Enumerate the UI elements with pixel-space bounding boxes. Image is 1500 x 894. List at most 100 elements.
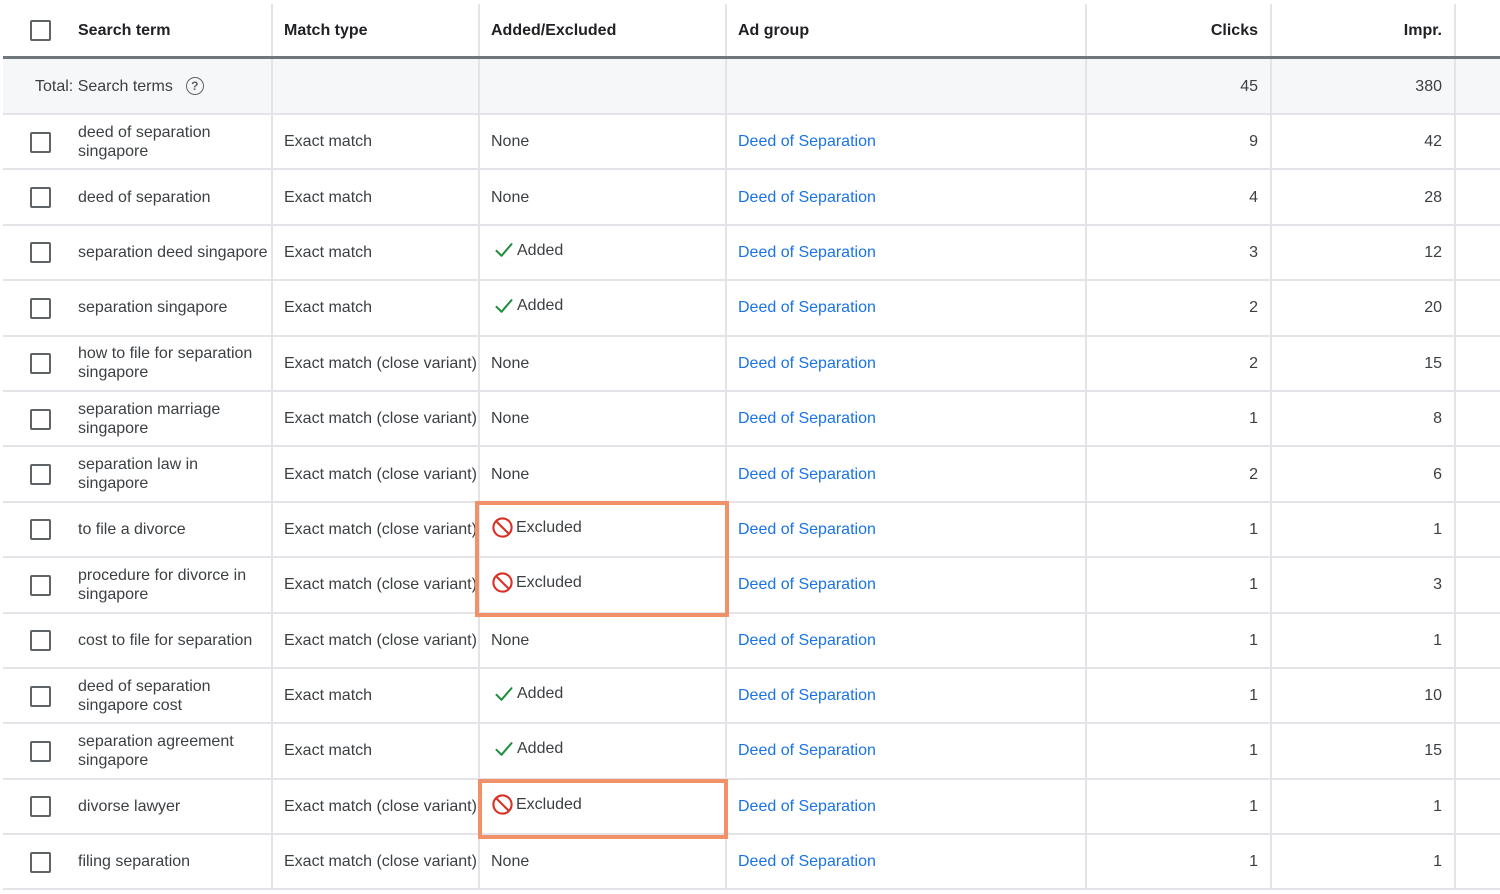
impr-cell: 6 <box>1272 447 1456 501</box>
ad-group-link[interactable]: Deed of Separation <box>738 575 876 594</box>
status-added: Added <box>491 684 563 704</box>
ad-group-link[interactable]: Deed of Separation <box>738 298 876 317</box>
row-checkbox[interactable] <box>30 796 51 818</box>
match-type-cell: Exact match (close variant) <box>273 835 480 889</box>
ad-group-cell: Deed of Separation <box>727 779 1087 834</box>
search-term-text: to file a divorce <box>78 520 186 538</box>
added-excluded-cell: Added <box>480 668 727 723</box>
ad-group-link[interactable]: Deed of Separation <box>738 741 876 760</box>
table-row[interactable]: separation singapore Exact match Added Deed… <box>3 281 1500 337</box>
table-row[interactable]: cost to file for separation Exact match (… <box>3 613 1500 669</box>
clicks-cell: 2 <box>1087 336 1272 390</box>
block-icon <box>491 516 514 539</box>
match-type-cell: Exact match <box>273 170 480 224</box>
search-term-text: deed of separation singapore <box>78 123 211 160</box>
match-type-cell: Exact match <box>273 724 480 778</box>
added-excluded-cell: Excluded <box>480 779 727 834</box>
search-term-text: separation agreement singapore <box>78 732 234 769</box>
row-checkbox[interactable] <box>30 740 51 762</box>
search-term-cell: separation deed singapore <box>3 225 273 280</box>
total-row: Total: Search terms ? 45 380 <box>3 59 1500 115</box>
row-checkbox[interactable] <box>30 353 51 375</box>
row-checkbox[interactable] <box>30 131 51 153</box>
impr-cell: 3 <box>1272 558 1456 612</box>
table-row[interactable]: separation marriage singapore Exact match… <box>3 391 1500 448</box>
next-column-cell <box>1456 724 1500 777</box>
table-row[interactable]: how to file for separation singapore Exac… <box>3 336 1500 392</box>
row-checkbox[interactable] <box>30 519 51 541</box>
ad-group-cell: Deed of Separation <box>727 336 1087 390</box>
table-row[interactable]: deed of separation Exact match None Deed of… <box>3 170 1500 226</box>
ad-group-cell: Deed of Separation <box>727 281 1087 335</box>
search-term-cell: how to file for separation singapore <box>3 336 273 390</box>
ad-group-link[interactable]: Deed of Separation <box>738 188 876 207</box>
table-row[interactable]: divorse lawyer Exact match (close variant… <box>3 779 1500 836</box>
ad-group-link[interactable]: Deed of Separation <box>738 686 876 705</box>
ad-group-link[interactable]: Deed of Separation <box>738 132 876 151</box>
search-term-text: separation deed singapore <box>78 243 268 261</box>
row-checkbox[interactable] <box>30 242 51 264</box>
clicks-cell: 1 <box>1087 668 1272 723</box>
row-checkbox[interactable] <box>30 574 51 596</box>
ad-group-link[interactable]: Deed of Separation <box>738 409 876 428</box>
table-row[interactable]: separation law in singapore Exact match (… <box>3 447 1500 503</box>
ad-group-link[interactable]: Deed of Separation <box>738 354 876 373</box>
ad-group-cell: Deed of Separation <box>727 502 1087 557</box>
impr-cell: 20 <box>1272 281 1456 335</box>
added-excluded-cell: Added <box>480 225 727 280</box>
impr-cell: 15 <box>1272 724 1456 778</box>
row-checkbox[interactable] <box>30 464 51 486</box>
search-term-cell: divorse lawyer <box>3 779 273 834</box>
match-type-cell: Exact match (close variant) <box>273 502 480 557</box>
header-added-excluded[interactable]: Added/Excluded <box>480 4 727 56</box>
row-checkbox[interactable] <box>30 297 51 319</box>
table-row[interactable]: separation deed singapore Exact match Adde… <box>3 225 1500 282</box>
search-term-cell: procedure for divorce in singapore <box>3 558 273 612</box>
status-none: None <box>491 133 530 151</box>
table-row[interactable]: filing separation Exact match (close vari… <box>3 835 1500 891</box>
search-term-text: procedure for divorce in singapore <box>78 566 247 603</box>
search-term-cell: to file a divorce <box>3 502 273 557</box>
row-checkbox[interactable] <box>30 851 51 873</box>
match-type-cell: Exact match (close variant) <box>273 613 480 667</box>
row-checkbox[interactable] <box>30 408 51 430</box>
match-type-cell: Exact match <box>273 115 480 169</box>
ad-group-cell: Deed of Separation <box>727 391 1087 446</box>
ad-group-link[interactable]: Deed of Separation <box>738 243 876 262</box>
table-row[interactable]: deed of separation singapore Exact match N… <box>3 115 1500 171</box>
next-column-cell <box>1456 447 1500 500</box>
ad-group-link[interactable]: Deed of Separation <box>738 520 876 539</box>
clicks-cell: 1 <box>1087 391 1272 446</box>
header-clicks[interactable]: Clicks <box>1087 4 1272 56</box>
impr-cell: 1 <box>1272 613 1456 667</box>
header-ad-group[interactable]: Ad group <box>727 4 1087 56</box>
header-match-type[interactable]: Match type <box>273 4 480 56</box>
search-term-cell: filing separation <box>3 835 273 889</box>
header-impr[interactable]: Impr. <box>1272 4 1456 56</box>
added-excluded-cell: None <box>480 613 727 667</box>
ad-group-cell: Deed of Separation <box>727 558 1087 612</box>
clicks-cell: 1 <box>1087 835 1272 889</box>
table-row[interactable]: to file a divorce Exact match (close vari… <box>3 502 1500 559</box>
next-column-cell <box>1456 780 1500 833</box>
table-row[interactable]: deed of separation singapore cost Exact m… <box>3 668 1500 725</box>
ad-group-link[interactable]: Deed of Separation <box>738 852 876 871</box>
clicks-cell: 1 <box>1087 502 1272 557</box>
checkmark-icon <box>494 739 514 759</box>
checkmark-icon <box>494 240 514 260</box>
search-term-text: divorse lawyer <box>78 797 181 815</box>
row-checkbox[interactable] <box>30 630 51 652</box>
help-circle-icon[interactable]: ? <box>185 77 204 95</box>
ad-group-link[interactable]: Deed of Separation <box>738 631 876 650</box>
status-none: None <box>491 188 530 206</box>
select-all-checkbox[interactable] <box>30 20 51 41</box>
row-checkbox[interactable] <box>30 685 51 707</box>
added-excluded-cell: None <box>480 170 727 224</box>
table-row[interactable]: separation agreement singapore Exact matc… <box>3 724 1500 780</box>
row-checkbox[interactable] <box>30 187 51 209</box>
ad-group-link[interactable]: Deed of Separation <box>738 465 876 484</box>
search-term-text: how to file for separation singapore <box>78 345 253 382</box>
ad-group-link[interactable]: Deed of Separation <box>738 797 876 816</box>
header-search-term[interactable]: Search term <box>3 4 273 56</box>
table-row[interactable]: procedure for divorce in singapore Exact … <box>3 558 1500 614</box>
